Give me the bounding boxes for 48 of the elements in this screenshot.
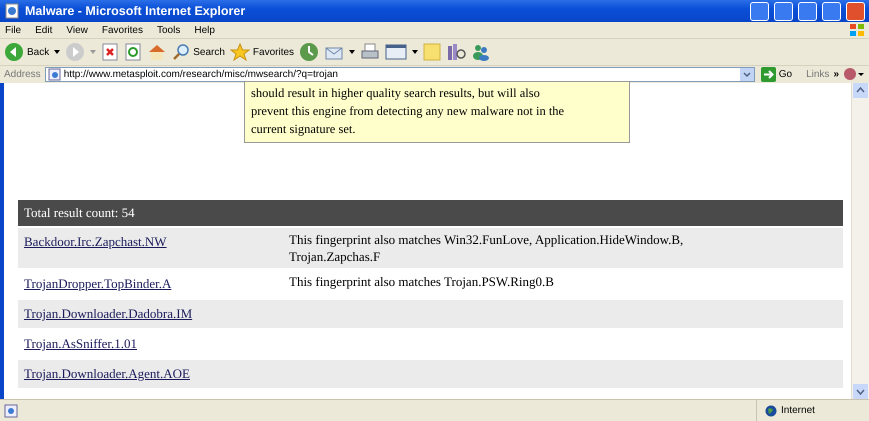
menu-item[interactable]: File: [4, 24, 22, 36]
chevron[interactable]: »: [833, 69, 839, 80]
malware-link[interactable]: TrojanDropper.TopBinder.A: [24, 275, 172, 293]
dropdown-caret-icon[interactable]: [349, 50, 356, 54]
page-icon: [4, 3, 20, 19]
malware-link[interactable]: Backdoor.Irc.Zapchast.NW: [24, 233, 167, 251]
messenger-icon[interactable]: [471, 43, 492, 61]
fingerprint-note: This fingerprint also matches Trojan.PSW.Ring0.B: [289, 273, 555, 290]
links-label[interactable]: Links: [806, 69, 830, 80]
zone-label: Internet: [781, 405, 815, 416]
scroll-up-icon[interactable]: [853, 83, 868, 98]
menu-item[interactable]: View: [65, 24, 89, 36]
dropdown-caret-icon[interactable]: [412, 50, 418, 54]
close-button[interactable]: [846, 2, 865, 20]
malware-link[interactable]: Trojan.Downloader.Dadobra.IM: [24, 305, 192, 323]
menu-item[interactable]: Edit: [34, 24, 54, 36]
page-done-icon: [4, 404, 18, 418]
malware-link[interactable]: Trojan.Downloader.Agent.AOE: [24, 365, 190, 383]
page-icon: [48, 68, 61, 81]
search-icon: [172, 43, 190, 61]
star-icon: [230, 43, 250, 61]
edit-window-icon[interactable]: [385, 43, 408, 61]
history-icon[interactable]: [299, 42, 320, 62]
address-field[interactable]: http://www.metasploit.com/research/misc/mwsearch/?q=trojan: [44, 67, 755, 82]
windows-flag-icon: [849, 23, 865, 37]
back-button[interactable]: Back: [4, 42, 50, 62]
go-button[interactable]: Go: [760, 67, 792, 82]
stop-icon[interactable]: [101, 43, 120, 61]
window-title: Malware - Microsoft Internet Explorer: [25, 4, 246, 18]
home-icon[interactable]: [147, 43, 168, 61]
menu-item[interactable]: Favorites: [100, 24, 144, 36]
search-button[interactable]: Search: [172, 43, 225, 61]
globe-icon: [765, 404, 777, 416]
scrollbar[interactable]: [851, 83, 869, 399]
scroll-down-icon[interactable]: [853, 384, 868, 399]
refresh-icon[interactable]: [124, 43, 142, 61]
address-label: Address: [4, 69, 41, 80]
favorites-button[interactable]: Favorites: [230, 43, 294, 61]
menu-item[interactable]: Help: [193, 24, 216, 36]
result-count: Total result count: 54: [24, 205, 135, 221]
notice-tooltip: should result in higher quality search results, but will also prevent this engine from detecting any new malware not in the current signature set.: [244, 81, 630, 143]
toolbar-addon-icon[interactable]: [843, 67, 865, 82]
go-arrow-icon: [760, 67, 776, 82]
malware-link[interactable]: Trojan.AsSniffer.1.01: [24, 335, 138, 353]
menu-item[interactable]: Tools: [156, 24, 182, 36]
fingerprint-note: This fingerprint also matches Win32.FunLove, Application.HideWindow.B, Trojan.Zapchas.F: [289, 231, 684, 265]
printer-icon[interactable]: [360, 43, 380, 61]
dropdown-caret-icon[interactable]: [54, 50, 60, 54]
